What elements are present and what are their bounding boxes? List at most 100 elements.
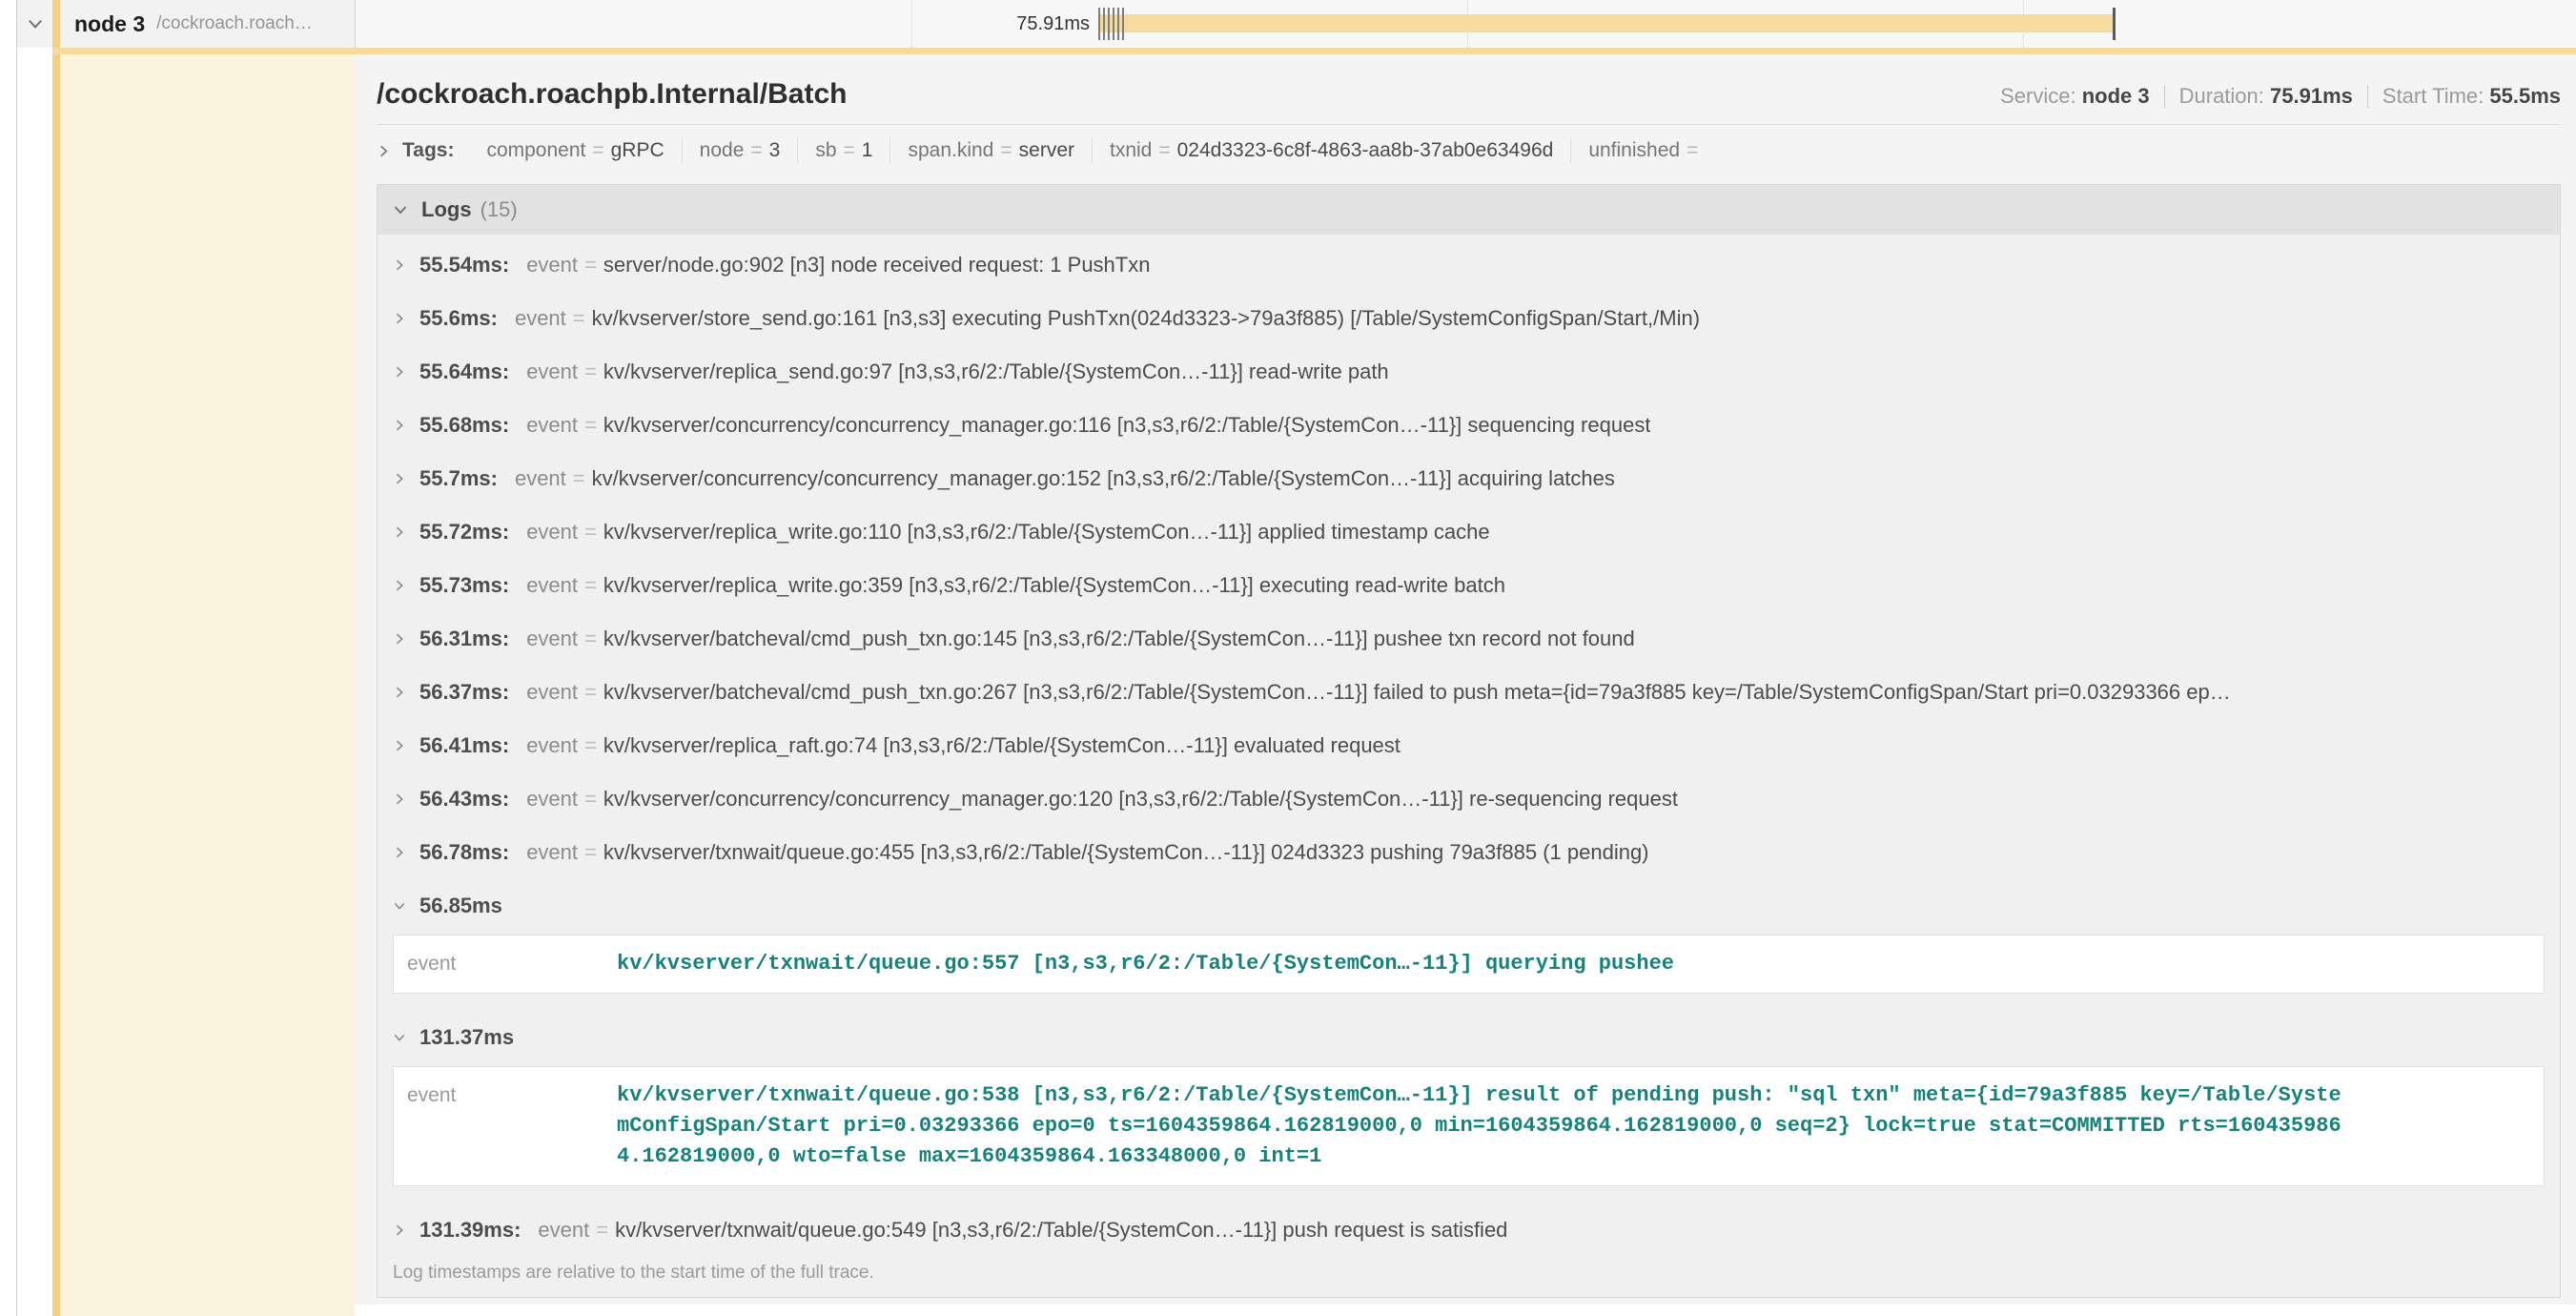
log-detail-card: event kv/kvserver/txnwait/queue.go:538 […	[393, 1066, 2545, 1186]
log-marker-tick	[1103, 8, 1105, 40]
log-detail-key: event	[407, 949, 617, 979]
span-row[interactable]: node 3 /cockroach.roach… 75.91ms	[17, 0, 2576, 48]
span-meta: Service: node 3 Duration: 75.91ms Start …	[2000, 84, 2561, 109]
log-value: kv/kvserver/concurrency/concurrency_mana…	[592, 466, 1615, 491]
chevron-down-icon[interactable]	[27, 15, 44, 32]
tag-sb: sb=1	[797, 138, 889, 163]
log-field: event	[526, 627, 578, 651]
span-duration-label: 75.91ms	[356, 0, 1090, 48]
log-row[interactable]: 56.37ms: event= kv/kvserver/batcheval/cm…	[378, 666, 2560, 719]
chevron-right-icon[interactable]	[377, 144, 391, 158]
service-value: node 3	[2082, 84, 2150, 109]
log-row[interactable]: 55.72ms: event= kv/kvserver/replica_writ…	[378, 505, 2560, 559]
log-row[interactable]: 55.64ms: event= kv/kvserver/replica_send…	[378, 345, 2560, 399]
tags-label: Tags:	[402, 138, 454, 163]
log-marker-tick	[1098, 8, 1100, 40]
log-detail-card: event kv/kvserver/txnwait/queue.go:557 […	[393, 935, 2545, 994]
log-detail-value: kv/kvserver/txnwait/queue.go:538 [n3,s3,…	[617, 1080, 2342, 1172]
log-field: event	[526, 840, 578, 865]
log-timestamp: 56.37ms:	[419, 680, 509, 705]
detail-row-highlight	[60, 54, 355, 1316]
span-name-column[interactable]: node 3 /cockroach.roach…	[17, 0, 356, 48]
log-row[interactable]: 55.73ms: event= kv/kvserver/replica_writ…	[378, 559, 2560, 612]
log-value: kv/kvserver/replica_send.go:97 [n3,s3,r6…	[603, 360, 1389, 384]
log-marker-end-tick	[2113, 8, 2116, 40]
log-field: event	[526, 573, 578, 598]
log-row[interactable]: 55.54ms: event= server/node.go:902 [n3] …	[378, 238, 2560, 292]
logs-accordion-header[interactable]: Logs (15)	[378, 185, 2560, 235]
log-row-expanded-header[interactable]: 56.85ms	[378, 879, 2560, 933]
log-timestamp: 55.54ms:	[419, 253, 509, 278]
logs-footer-note: Log timestamps are relative to the start…	[378, 1257, 2560, 1297]
span-operation-name: /cockroach.roach…	[156, 13, 313, 34]
log-row[interactable]: 55.7ms: event= kv/kvserver/concurrency/c…	[378, 452, 2560, 505]
span-duration-bar[interactable]	[1100, 14, 2113, 32]
span-color-accent	[52, 0, 60, 48]
tag-component: component=gRPC	[469, 138, 681, 163]
service-label: Service:	[2000, 84, 2075, 109]
log-row[interactable]: 131.39ms: event= kv/kvserver/txnwait/que…	[378, 1203, 2560, 1257]
timeline-left-rail	[0, 0, 17, 1316]
log-detail-value: kv/kvserver/txnwait/queue.go:557 [n3,s3,…	[617, 949, 1674, 979]
log-value: kv/kvserver/txnwait/queue.go:549 [n3,s3,…	[615, 1218, 1507, 1243]
log-timestamp: 56.78ms:	[419, 840, 509, 865]
log-marker-tick	[1113, 8, 1114, 40]
log-field: event	[526, 680, 578, 705]
log-value: kv/kvserver/replica_write.go:110 [n3,s3,…	[603, 520, 1490, 545]
span-detail-panel: /cockroach.roachpb.Internal/Batch Servic…	[355, 54, 2576, 1305]
span-timeline[interactable]: 75.91ms	[356, 0, 2576, 48]
chevron-right-icon	[393, 525, 406, 539]
tag-txnid: txnid=024d3323-6c8f-4863-aa8b-37ab0e6349…	[1092, 138, 1570, 163]
log-row[interactable]: 55.68ms: event= kv/kvserver/concurrency/…	[378, 399, 2560, 452]
chevron-right-icon	[393, 472, 406, 485]
log-marker-tick	[1108, 8, 1110, 40]
chevron-down-icon	[393, 1031, 406, 1044]
chevron-right-icon	[393, 1223, 406, 1237]
log-marker-tick	[1117, 8, 1119, 40]
log-value: kv/kvserver/replica_write.go:359 [n3,s3,…	[603, 573, 1505, 598]
log-timestamp: 56.41ms:	[419, 733, 509, 758]
log-timestamp: 131.37ms	[419, 1025, 514, 1050]
log-timestamp: 56.85ms	[419, 894, 502, 918]
log-field: event	[515, 306, 566, 331]
span-service-name: node 3	[74, 11, 145, 37]
log-value: kv/kvserver/concurrency/concurrency_mana…	[603, 413, 1651, 438]
log-row[interactable]: 56.78ms: event= kv/kvserver/txnwait/queu…	[378, 826, 2560, 879]
log-row[interactable]: 56.41ms: event= kv/kvserver/replica_raft…	[378, 719, 2560, 772]
start-time-label: Start Time:	[2382, 84, 2484, 109]
meta-separator	[2367, 85, 2368, 108]
tag-unfinished: unfinished=	[1570, 138, 1722, 163]
log-timestamp: 55.72ms:	[419, 520, 509, 545]
tag-node: node=3	[682, 138, 798, 163]
chevron-down-icon[interactable]	[393, 202, 408, 217]
logs-title: Logs	[421, 197, 472, 222]
log-row[interactable]: 56.31ms: event= kv/kvserver/batcheval/cm…	[378, 612, 2560, 666]
log-value: server/node.go:902 [n3] node received re…	[603, 253, 1151, 278]
log-field: event	[526, 253, 578, 278]
detail-accent-strip	[52, 54, 60, 1316]
log-field: event	[526, 413, 578, 438]
log-timestamp: 131.39ms:	[419, 1218, 521, 1243]
chevron-right-icon	[393, 258, 406, 272]
log-field: event	[515, 466, 566, 491]
log-value: kv/kvserver/batcheval/cmd_push_txn.go:26…	[603, 680, 2231, 705]
log-value: kv/kvserver/concurrency/concurrency_mana…	[603, 787, 1678, 812]
log-field: event	[526, 520, 578, 545]
span-title: /cockroach.roachpb.Internal/Batch	[377, 77, 847, 112]
meta-separator	[2164, 85, 2165, 108]
log-timestamp: 55.68ms:	[419, 413, 509, 438]
logs-list: 55.54ms: event= server/node.go:902 [n3] …	[378, 235, 2560, 1257]
chevron-right-icon	[393, 632, 406, 646]
log-timestamp: 55.64ms:	[419, 360, 509, 384]
logs-block: Logs (15) 55.54ms: event= server/node.go…	[377, 184, 2561, 1298]
log-marker-tick	[1122, 8, 1124, 40]
chevron-right-icon	[393, 846, 406, 859]
chevron-right-icon	[393, 419, 406, 432]
log-row-expanded-header[interactable]: 131.37ms	[378, 1011, 2560, 1064]
log-value: kv/kvserver/txnwait/queue.go:455 [n3,s3,…	[603, 840, 1649, 865]
log-detail-key: event	[407, 1080, 617, 1172]
log-row[interactable]: 56.43ms: event= kv/kvserver/concurrency/…	[378, 772, 2560, 826]
log-row[interactable]: 55.6ms: event= kv/kvserver/store_send.go…	[378, 292, 2560, 345]
tags-accordion[interactable]: Tags: component=gRPC node=3 sb=1 span.ki…	[377, 125, 2561, 176]
log-value: kv/kvserver/store_send.go:161 [n3,s3] ex…	[592, 306, 1700, 331]
